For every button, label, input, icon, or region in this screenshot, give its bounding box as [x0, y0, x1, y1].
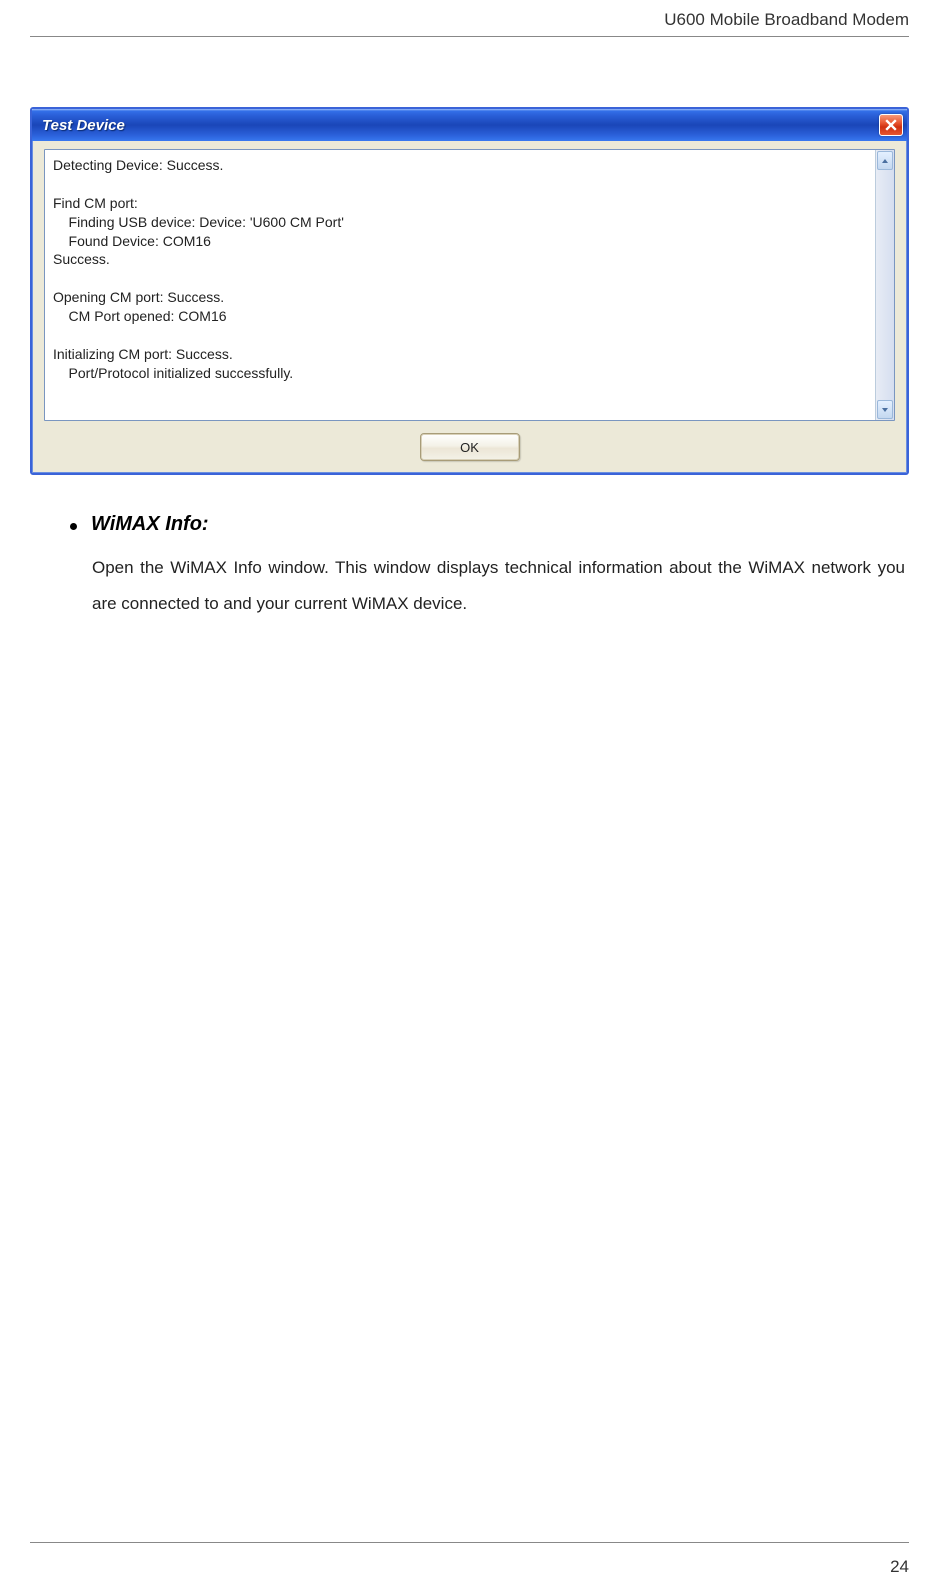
footer-divider [30, 1542, 909, 1543]
close-icon [885, 119, 897, 131]
chevron-up-icon [881, 158, 889, 164]
section-body-text: Open the WiMAX Info window. This window … [70, 550, 909, 621]
bullet-icon [70, 523, 77, 530]
wimax-info-section: WiMAX Info: Open the WiMAX Info window. … [30, 513, 909, 621]
section-bullet-row: WiMAX Info: [70, 513, 909, 536]
dialog-button-row: OK [32, 429, 907, 473]
test-device-dialog: Test Device Detecting Device: Success. F… [30, 107, 909, 475]
scrollbar[interactable] [875, 150, 894, 420]
dialog-body: Detecting Device: Success. Find CM port:… [32, 141, 907, 429]
scroll-down-button[interactable] [877, 400, 893, 419]
dialog-titlebar[interactable]: Test Device [32, 109, 907, 141]
dialog-title: Test Device [42, 117, 125, 134]
log-output: Detecting Device: Success. Find CM port:… [44, 149, 895, 421]
scroll-up-button[interactable] [877, 151, 893, 170]
page-header-title: U600 Mobile Broadband Modem [0, 0, 939, 36]
chevron-down-icon [881, 407, 889, 413]
page-number: 24 [890, 1557, 909, 1577]
close-button[interactable] [879, 114, 903, 136]
section-title: WiMAX Info: [91, 513, 209, 536]
page-content: Test Device Detecting Device: Success. F… [0, 37, 939, 621]
log-text: Detecting Device: Success. Find CM port:… [45, 150, 894, 420]
ok-button[interactable]: OK [420, 433, 520, 461]
